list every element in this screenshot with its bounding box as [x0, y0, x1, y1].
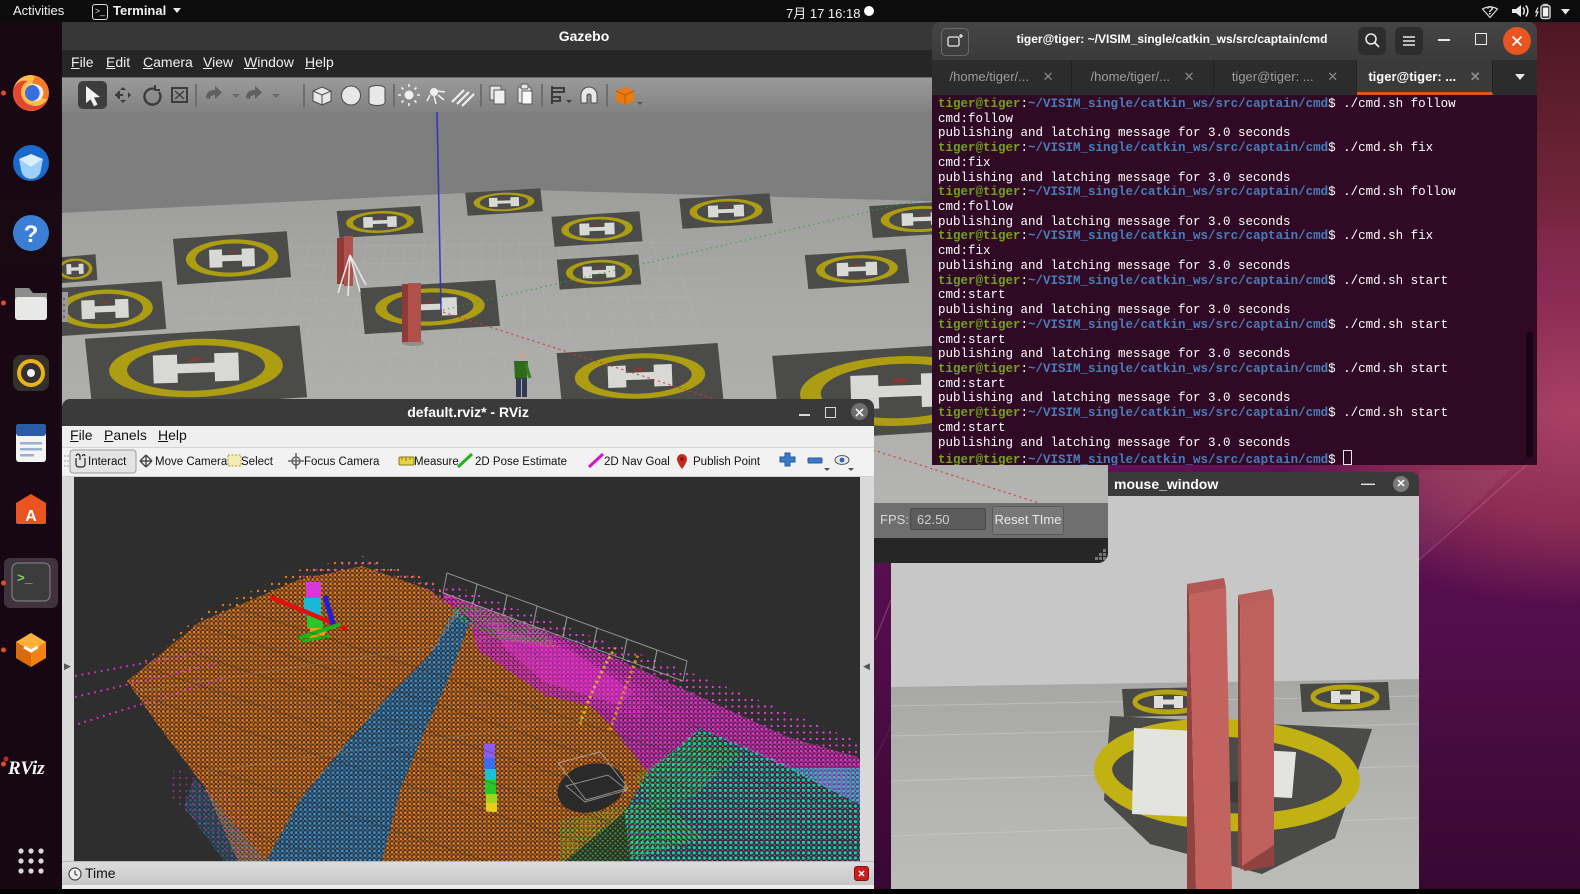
svg-text:?: ? — [24, 221, 39, 248]
svg-text:RViz: RViz — [7, 758, 45, 779]
svg-text:A: A — [25, 508, 37, 525]
svg-text:?: ? — [1486, 4, 1493, 18]
svg-text:>_: >_ — [17, 571, 33, 586]
